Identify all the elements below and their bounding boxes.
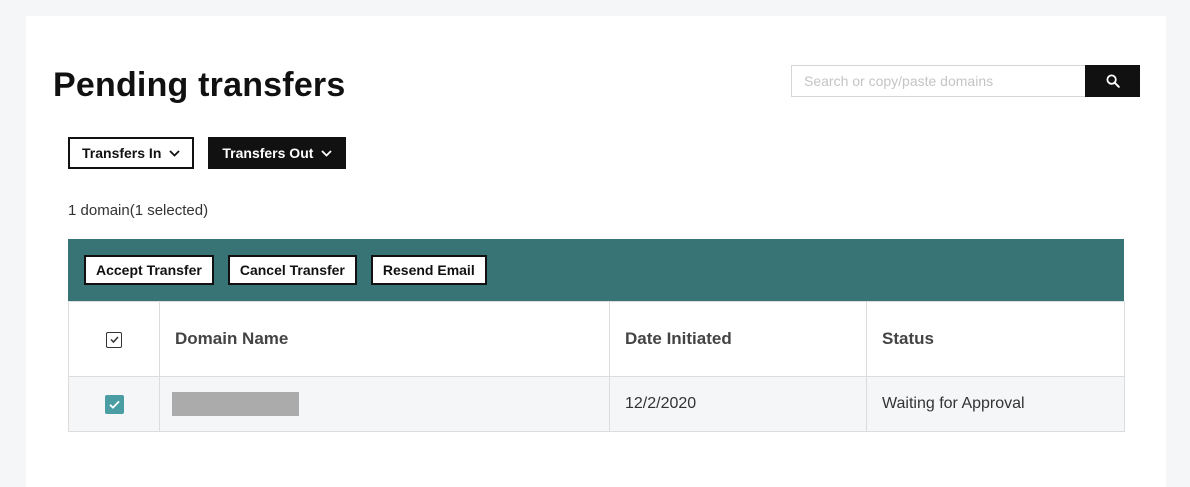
main-card: Pending transfers Transfers In Transfers…	[26, 16, 1166, 487]
resend-email-button[interactable]: Resend Email	[370, 255, 487, 285]
row-checkbox[interactable]	[104, 394, 124, 414]
transfers-out-dropdown[interactable]: Transfers Out	[208, 137, 347, 169]
table-header-row: Domain Name Date Initiated Status	[68, 301, 1125, 377]
bulk-action-bar: Accept Transfer Cancel Transfer Resend E…	[68, 239, 1124, 301]
transfers-table: Domain Name Date Initiated Status 12/2/2	[68, 301, 1125, 432]
transfer-filters: Transfers In Transfers Out	[68, 137, 347, 169]
status-cell: Waiting for Approval	[866, 376, 1125, 432]
domain-name-cell	[159, 376, 610, 432]
table-row: 12/2/2020 Waiting for Approval	[68, 376, 1125, 432]
transfers-out-label: Transfers Out	[222, 145, 314, 161]
transfers-table-container: Accept Transfer Cancel Transfer Resend E…	[68, 239, 1125, 432]
search-button[interactable]	[1085, 65, 1140, 97]
redacted-domain-name	[172, 392, 299, 416]
cancel-transfer-button[interactable]: Cancel Transfer	[227, 255, 357, 285]
chevron-down-icon	[321, 149, 333, 157]
select-all-cell	[68, 301, 160, 377]
accept-transfer-button[interactable]: Accept Transfer	[84, 255, 214, 285]
column-header-domain-name[interactable]: Domain Name	[159, 301, 610, 377]
date-initiated-cell: 12/2/2020	[609, 376, 867, 432]
search-input[interactable]	[791, 65, 1086, 97]
row-select-cell	[68, 376, 160, 432]
search-icon	[1106, 74, 1120, 88]
chevron-down-icon	[169, 149, 181, 157]
column-header-status[interactable]: Status	[866, 301, 1125, 377]
page-title: Pending transfers	[53, 66, 346, 104]
transfers-in-label: Transfers In	[82, 145, 162, 161]
transfers-in-dropdown[interactable]: Transfers In	[68, 137, 195, 169]
search-bar	[791, 65, 1140, 97]
selection-summary: 1 domain(1 selected)	[68, 202, 209, 219]
column-header-date-initiated[interactable]: Date Initiated	[609, 301, 867, 377]
select-all-checkbox[interactable]	[106, 331, 122, 348]
